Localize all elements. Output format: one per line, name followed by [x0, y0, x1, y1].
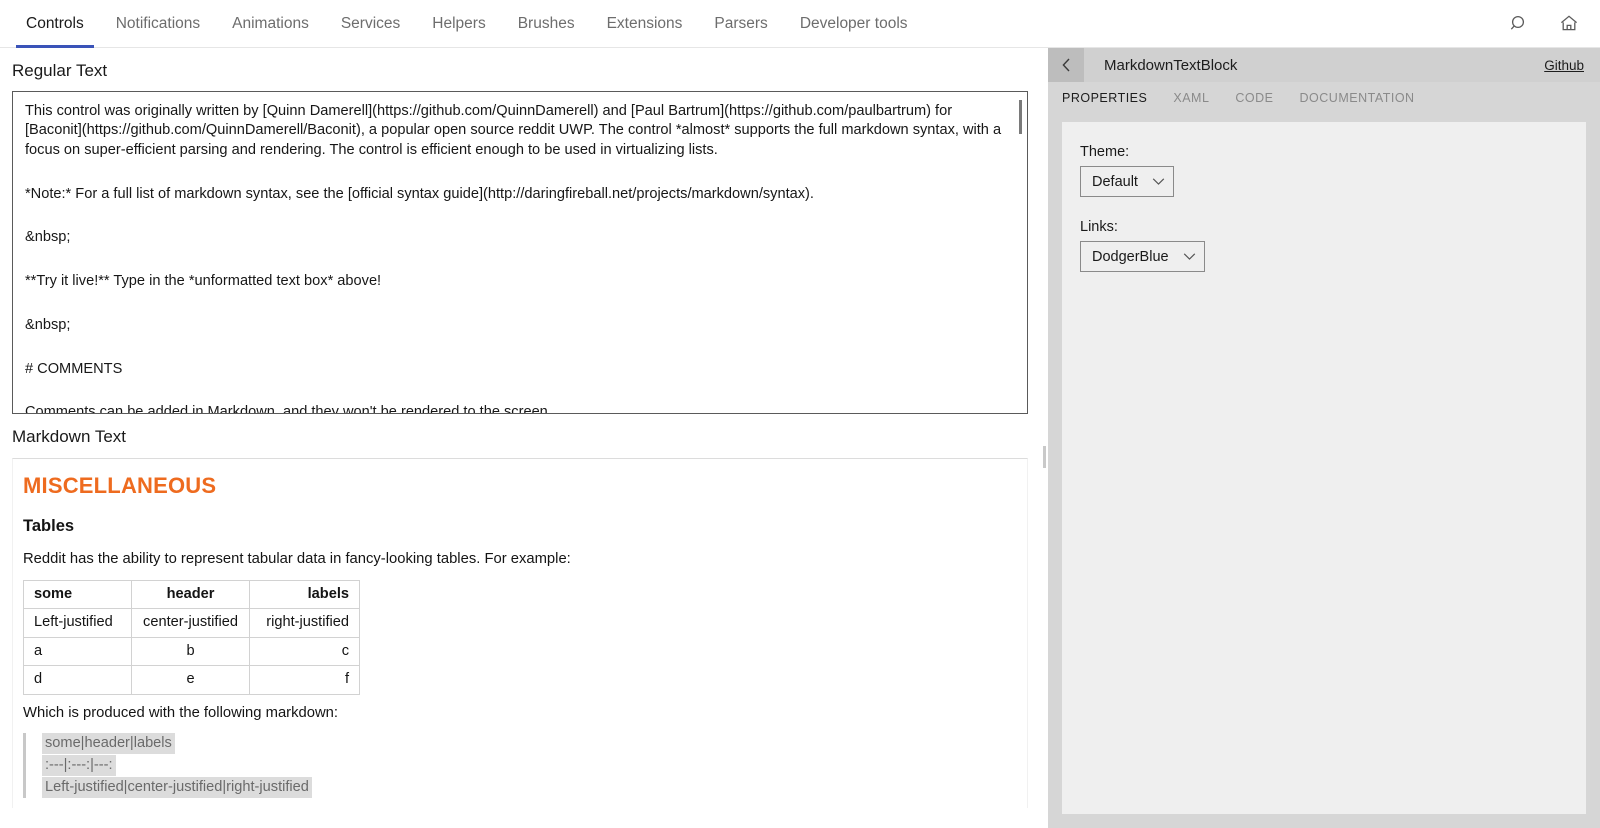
table-cell: f	[249, 665, 360, 695]
top-tab-parsers[interactable]: Parsers	[698, 0, 783, 47]
top-tab-list: Controls Notifications Animations Services H…	[0, 0, 924, 48]
table-body: Left-justified center-justified right-just…	[23, 608, 360, 695]
table-cell: center-justified	[131, 608, 250, 638]
control-title: MarkdownTextBlock	[1104, 56, 1238, 74]
table-row: Left-justified center-justified right-just…	[23, 608, 360, 638]
regular-text-label: Regular Text	[12, 61, 108, 80]
home-icon[interactable]	[1556, 11, 1582, 37]
markdown-table: some header labels Left-justified center-ju…	[23, 579, 360, 695]
markdown-caption: Which is produced with the following mar…	[23, 704, 338, 721]
topbar-actions	[1506, 0, 1600, 47]
code-line: some|header|labels	[42, 732, 1017, 754]
source-paragraph: Comments can be added in Markdown, and t…	[25, 404, 552, 414]
table-cell: d	[23, 665, 132, 695]
pane-splitter[interactable]	[1040, 48, 1048, 828]
code-line-text: some|header|labels	[42, 732, 175, 754]
table-header-cell: labels	[249, 579, 360, 610]
source-paragraph: *Note:* For a full list of markdown synt…	[25, 185, 814, 202]
table-cell: right-justified	[249, 608, 360, 638]
table-cell: b	[131, 636, 250, 667]
github-link[interactable]: Github	[1544, 58, 1600, 73]
property-dropdown-theme[interactable]: Default	[1080, 166, 1174, 197]
properties-tab-properties[interactable]: PROPERTIES	[1062, 91, 1147, 105]
code-line-text: Left-justified|center-justified|right-ju…	[42, 777, 312, 799]
dropdown-value: DodgerBlue	[1092, 248, 1169, 265]
markdown-source-text[interactable]: This control was originally written by […	[25, 102, 1005, 414]
markdown-source-textbox[interactable]: This control was originally written by […	[12, 90, 1028, 414]
search-icon[interactable]	[1506, 11, 1532, 37]
properties-panel: Theme: Default Links: DodgerBlue	[1062, 122, 1586, 814]
top-tab-services[interactable]: Services	[325, 0, 416, 47]
table-head: some header labels	[23, 579, 360, 610]
property-label-theme: Theme:	[1080, 144, 1130, 160]
properties-pane: MarkdownTextBlock Github PROPERTIES XAML C…	[1048, 48, 1600, 828]
property-dropdown-links[interactable]: DodgerBlue	[1080, 241, 1205, 272]
top-tab-animations[interactable]: Animations	[216, 0, 325, 47]
dropdown-value: Default	[1092, 173, 1138, 190]
table-row: abc	[23, 636, 360, 667]
chevron-left-icon[interactable]	[1048, 48, 1084, 82]
property-label-links: Links:	[1080, 219, 1118, 235]
code-line: Left-justified|center-justified|right-ju…	[42, 777, 1017, 799]
top-tab-notifications[interactable]: Notifications	[100, 0, 216, 47]
properties-tab-list: PROPERTIES XAML CODE DOCUMENTATION	[1048, 82, 1600, 114]
top-tab-controls[interactable]: Controls	[10, 0, 100, 48]
top-tab-developer-tools[interactable]: Developer tools	[784, 0, 924, 47]
source-paragraph: &nbsp;	[25, 316, 71, 333]
table-header-cell: some	[23, 579, 132, 610]
table-header-row: some header labels	[23, 579, 360, 610]
top-tab-extensions[interactable]: Extensions	[591, 0, 699, 47]
table-cell: e	[131, 665, 250, 695]
properties-content: Theme: Default Links: DodgerBlue	[1048, 114, 1600, 828]
main-body: Regular Text This control was originally…	[0, 48, 1600, 828]
properties-pane-header: MarkdownTextBlock Github	[1048, 48, 1600, 82]
table-cell: Left-justified	[23, 608, 132, 638]
code-line-text: :---|:---:|---:	[42, 755, 116, 777]
textbox-scrollbar-thumb[interactable]	[1019, 99, 1022, 134]
markdown-text-label: Markdown Text	[12, 426, 127, 446]
source-paragraph: This control was originally written by […	[25, 102, 1002, 159]
app-root: Controls Notifications Animations Services H…	[0, 0, 1600, 828]
markdown-preview: MISCELLANEOUS Tables Reddit has the abil…	[12, 458, 1028, 809]
markdown-heading-1: MISCELLANEOUS	[23, 473, 217, 499]
markdown-intro-paragraph: Reddit has the ability to represent tabu…	[23, 551, 571, 568]
properties-tab-code[interactable]: CODE	[1235, 91, 1273, 105]
top-tab-bar: Controls Notifications Animations Services H…	[0, 0, 1600, 48]
table-row: def	[23, 665, 360, 695]
chevron-down-icon	[1183, 252, 1196, 261]
source-paragraph: &nbsp;	[25, 229, 71, 246]
properties-tab-documentation[interactable]: DOCUMENTATION	[1300, 91, 1415, 105]
markdown-code-block: some|header|labels:---|:---:|---: Left-ju…	[23, 732, 1017, 799]
splitter-grip[interactable]	[1043, 446, 1046, 468]
properties-tab-xaml[interactable]: XAML	[1173, 91, 1209, 105]
code-line: :---|:---:|---:	[42, 755, 1017, 777]
table-header-cell: header	[131, 579, 250, 610]
table-cell: c	[249, 636, 360, 667]
left-content-pane: Regular Text This control was originally…	[0, 48, 1040, 828]
top-tab-helpers[interactable]: Helpers	[416, 0, 501, 47]
source-paragraph: **Try it live!** Type in the *unformatte…	[25, 273, 382, 290]
markdown-heading-2: Tables	[23, 517, 75, 536]
top-tab-brushes[interactable]: Brushes	[502, 0, 591, 47]
source-paragraph: # COMMENTS	[25, 360, 123, 377]
chevron-down-icon	[1152, 177, 1165, 186]
table-cell: a	[23, 636, 132, 667]
